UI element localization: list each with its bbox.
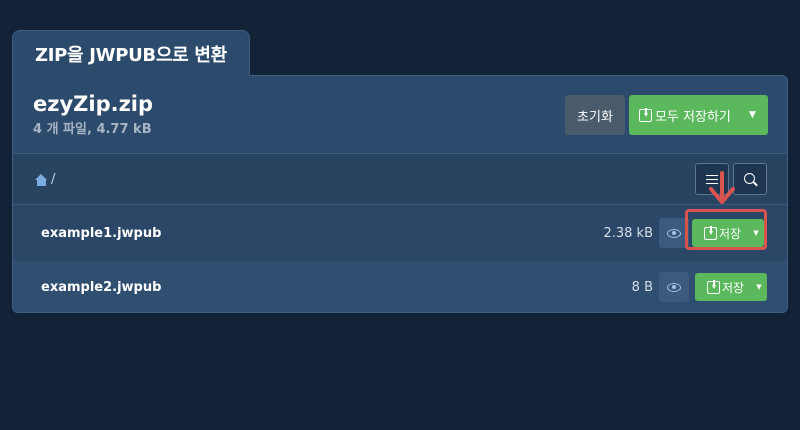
caret-down-icon: ▼ [749, 110, 756, 120]
file-toolbar: / [13, 154, 787, 205]
breadcrumb-path: / [51, 172, 56, 187]
file-row: example2.jwpub 8 B 저장 ▼ [13, 261, 787, 312]
eye-icon [667, 282, 681, 292]
reset-button-label: 초기화 [577, 109, 613, 125]
caret-down-icon: ▼ [753, 229, 759, 237]
file-row: example1.jwpub 2.38 kB 저장 ▼ [13, 205, 787, 261]
archive-panel: ezyZip.zip 4 개 파일, 4.77 kB 초기화 모두 저장하기 ▼… [12, 75, 788, 313]
save-file-dropdown-toggle[interactable]: ▼ [751, 273, 767, 301]
save-file-label: 저장 [719, 226, 742, 241]
list-icon [706, 174, 718, 184]
home-icon[interactable] [35, 173, 48, 186]
preview-button[interactable] [659, 272, 689, 302]
tab-title: ZIP을 JWPUB으로 변환 [35, 44, 227, 66]
save-all-main[interactable]: 모두 저장하기 [629, 95, 737, 135]
file-name: example2.jwpub [41, 279, 162, 295]
archive-header: ezyZip.zip 4 개 파일, 4.77 kB 초기화 모두 저장하기 ▼ [13, 76, 787, 154]
save-file-main[interactable]: 저장 [695, 273, 751, 301]
save-file-label: 저장 [722, 280, 745, 295]
file-size: 2.38 kB [603, 225, 653, 241]
archive-meta: 4 개 파일, 4.77 kB [33, 122, 152, 137]
search-button[interactable] [733, 163, 767, 195]
arrow-down-icon [709, 187, 735, 204]
download-icon [707, 279, 720, 294]
save-all-dropdown-toggle[interactable]: ▼ [737, 95, 768, 135]
save-file-main[interactable]: 저장 [692, 219, 748, 247]
search-icon [743, 172, 755, 184]
archive-name: ezyZip.zip [33, 92, 154, 116]
download-icon [639, 107, 652, 122]
save-all-button[interactable]: 모두 저장하기 ▼ [629, 95, 768, 135]
file-size: 8 B [631, 279, 653, 295]
save-file-dropdown-toggle[interactable]: ▼ [748, 219, 764, 247]
save-file-button[interactable]: 저장 ▼ [695, 273, 767, 301]
download-icon [704, 225, 717, 240]
convert-tab[interactable]: ZIP을 JWPUB으로 변환 [12, 30, 250, 76]
save-all-label: 모두 저장하기 [655, 109, 731, 125]
breadcrumb: / [35, 172, 55, 187]
eye-icon [667, 228, 681, 238]
file-name: example1.jwpub [41, 225, 162, 241]
reset-button[interactable]: 초기화 [565, 95, 625, 135]
save-file-button[interactable]: 저장 ▼ [692, 219, 764, 247]
preview-button[interactable] [659, 218, 689, 248]
caret-down-icon: ▼ [756, 283, 762, 291]
